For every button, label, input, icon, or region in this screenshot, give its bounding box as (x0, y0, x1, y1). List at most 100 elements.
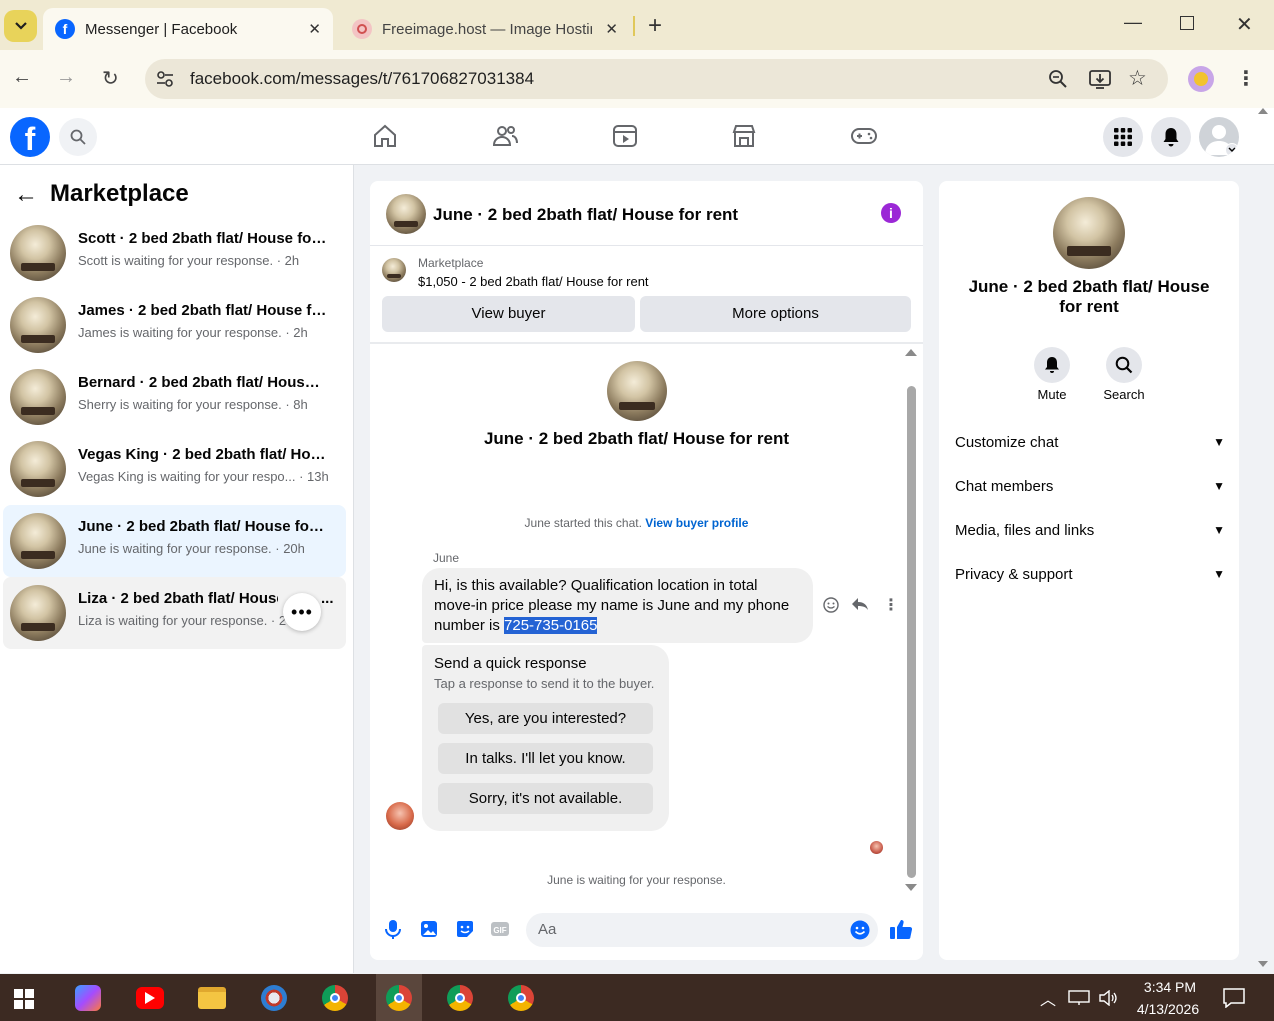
windows-start-icon[interactable] (14, 989, 34, 1009)
emoji-icon[interactable] (850, 920, 870, 940)
home-icon[interactable] (371, 122, 399, 150)
network-icon[interactable] (1068, 990, 1090, 1006)
restore-icon[interactable] (1180, 16, 1194, 30)
conversation-item[interactable]: James · 2 bed 2bath flat/ House fo... Ja… (3, 289, 346, 361)
tab-title: Freeimage.host — Image Hostin (382, 20, 592, 38)
listing-thumbnail (382, 258, 406, 282)
chat-header-title[interactable]: June · 2 bed 2bath flat/ House for rent (433, 205, 738, 225)
conversation-item-selected[interactable]: June · 2 bed 2bath flat/ House for ... J… (3, 505, 346, 577)
volume-icon[interactable] (1098, 990, 1118, 1006)
reply-icon[interactable] (851, 596, 869, 612)
listing-price-title: $1,050 - 2 bed 2bath flat/ House for ren… (418, 274, 649, 289)
conversation-title: June · 2 bed 2bath flat/ House for ... (78, 518, 328, 535)
chat-header-avatar[interactable] (386, 194, 426, 234)
info-title: June · 2 bed 2bath flat/ House for rent (968, 277, 1210, 316)
message-phone-selected: 725-735-0165 (504, 617, 598, 634)
forward-arrow-icon[interactable]: → (56, 66, 76, 89)
conversation-item[interactable]: Liza · 2 bed 2bath flat/ House f ... Liz… (3, 577, 346, 649)
conversation-title: Vegas King · 2 bed 2bath flat/ Hou... (78, 446, 328, 463)
sticker-icon[interactable] (454, 918, 476, 940)
chrome-icon[interactable] (322, 985, 348, 1011)
bookmark-star-icon[interactable]: ☆ (1128, 66, 1147, 91)
conversation-item[interactable]: Scott · 2 bed 2bath flat/ House for... S… (3, 217, 346, 289)
message-input[interactable] (526, 913, 878, 947)
file-explorer-icon[interactable] (198, 987, 226, 1009)
site-info-icon[interactable] (155, 69, 175, 89)
scroll-down-arrow[interactable] (905, 884, 917, 891)
account-avatar[interactable] (1199, 117, 1239, 157)
gif-icon[interactable]: GIF (489, 918, 511, 940)
search-label: Search (1103, 387, 1145, 402)
zoom-icon[interactable] (1048, 69, 1068, 89)
chrome-profile-icon[interactable] (447, 985, 473, 1011)
reload-icon[interactable]: ↻ (102, 66, 119, 91)
conversation-item[interactable]: Vegas King · 2 bed 2bath flat/ Hou... Ve… (3, 433, 346, 505)
tab-freeimage[interactable]: Freeimage.host — Image Hostin ✕ (340, 8, 630, 50)
browser-menu-icon[interactable]: ⋮ (1236, 66, 1256, 91)
thumbs-up-icon[interactable] (889, 918, 913, 940)
account-chevron-icon (1225, 143, 1239, 157)
close-tab-icon[interactable]: ✕ (308, 20, 321, 38)
info-icon[interactable]: i (881, 203, 901, 223)
chat-started-notice: June started this chat. View buyer profi… (370, 516, 903, 530)
facebook-logo-icon[interactable]: f (10, 117, 50, 157)
listing-avatar (10, 441, 66, 497)
video-icon[interactable] (611, 122, 639, 150)
view-buyer-button[interactable]: View buyer (382, 296, 635, 332)
scrollbar-thumb[interactable] (907, 386, 916, 878)
friends-icon[interactable] (491, 122, 519, 150)
section-privacy-support[interactable]: Privacy & support ▼ (955, 566, 1225, 583)
conversation-subtitle: James is waiting for your response. · 2h (78, 325, 308, 340)
conversation-more-button[interactable]: ••• (283, 593, 321, 631)
more-options-button[interactable]: More options (640, 296, 911, 332)
page-scroll-down-arrow[interactable] (1258, 961, 1268, 967)
minimize-icon[interactable]: — (1124, 12, 1142, 33)
clock-time[interactable]: 3:34 PM (1140, 979, 1200, 995)
chrome-profile-2-icon[interactable] (508, 985, 534, 1011)
quick-response-card: Send a quick response Tap a response to … (422, 645, 669, 831)
back-arrow-icon[interactable]: ← (12, 66, 32, 89)
quick-response-button[interactable]: Sorry, it's not available. (438, 783, 653, 814)
install-app-icon[interactable] (1088, 68, 1112, 90)
profile-avatar-icon[interactable] (1188, 66, 1214, 92)
section-chat-members[interactable]: Chat members ▼ (955, 478, 1225, 495)
tab-search-button[interactable] (4, 10, 37, 42)
notifications-button[interactable] (1151, 117, 1191, 157)
tray-overflow-icon[interactable]: ︿ (1040, 986, 1056, 1010)
quick-response-button[interactable]: In talks. I'll let you know. (438, 743, 653, 774)
copilot-icon[interactable] (75, 985, 101, 1011)
browser-tab-strip: f Messenger | Facebook ✕ Freeimage.host … (0, 0, 1274, 50)
new-tab-icon[interactable]: + (648, 12, 662, 40)
buyer-avatar[interactable] (386, 802, 414, 830)
tab-divider (633, 16, 635, 36)
menu-grid-button[interactable] (1103, 117, 1143, 157)
chrome-active-icon[interactable] (386, 985, 412, 1011)
tab-messenger[interactable]: f Messenger | Facebook ✕ (43, 8, 333, 50)
conversation-item[interactable]: Bernard · 2 bed 2bath flat/ House ... Sh… (3, 361, 346, 433)
scroll-up-arrow[interactable] (905, 349, 917, 356)
chevron-down-icon: ▼ (1213, 435, 1225, 449)
paint-app-icon[interactable] (261, 985, 287, 1011)
url-text[interactable]: facebook.com/messages/t/761706827031384 (190, 69, 534, 89)
mute-button[interactable] (1034, 347, 1070, 383)
clock-date[interactable]: 4/13/2026 (1128, 1001, 1208, 1017)
message-more-icon[interactable]: ⋮ (883, 595, 899, 615)
close-tab-icon[interactable]: ✕ (605, 20, 618, 38)
view-buyer-profile-link[interactable]: View buyer profile (645, 516, 748, 530)
microphone-icon[interactable] (382, 918, 404, 940)
facebook-search-button[interactable] (59, 118, 97, 156)
marketplace-icon[interactable] (730, 122, 758, 150)
image-icon[interactable] (418, 918, 440, 940)
react-emoji-icon[interactable] (823, 597, 839, 613)
gaming-icon[interactable] (850, 122, 878, 150)
search-in-chat-button[interactable] (1106, 347, 1142, 383)
section-customize-chat[interactable]: Customize chat ▼ (955, 434, 1225, 451)
close-window-icon[interactable]: ✕ (1236, 12, 1253, 37)
page-scroll-up-arrow[interactable] (1258, 108, 1268, 114)
back-arrow-icon[interactable]: ← (14, 181, 38, 209)
quick-response-button[interactable]: Yes, are you interested? (438, 703, 653, 734)
section-media-files-links[interactable]: Media, files and links ▼ (955, 522, 1225, 539)
chevron-down-icon: ▼ (1213, 479, 1225, 493)
youtube-icon[interactable] (136, 987, 164, 1009)
notification-center-icon[interactable] (1223, 988, 1245, 1008)
